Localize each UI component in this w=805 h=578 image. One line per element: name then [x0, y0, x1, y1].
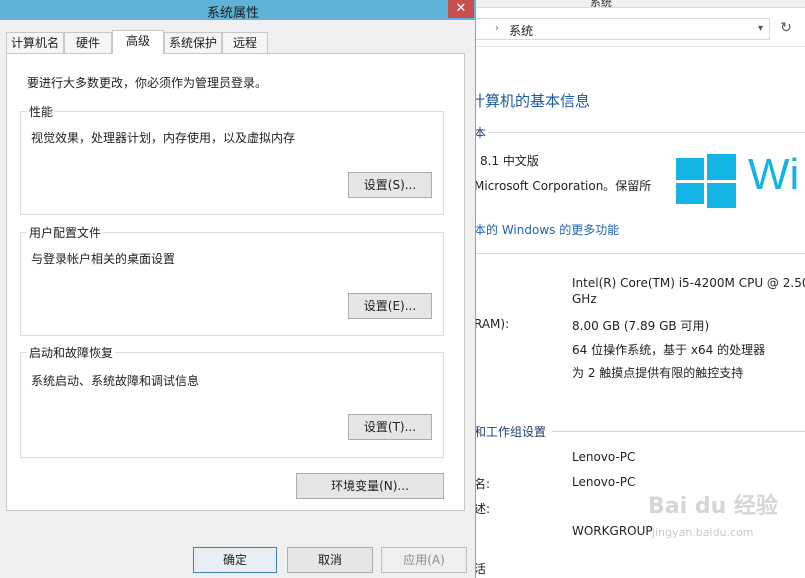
windows-logo-text: Wi	[748, 150, 800, 199]
section-rule	[488, 132, 805, 133]
tab-hardware[interactable]: 硬件	[64, 32, 112, 54]
environment-variables-button[interactable]: 环境变量(N)...	[296, 473, 444, 499]
user-profiles-group: 用户配置文件 与登录帐户相关的桌面设置 设置(E)...	[20, 224, 444, 336]
cancel-button[interactable]: 取消	[287, 547, 373, 573]
watermark: Bai du 经验	[648, 494, 778, 519]
chevron-down-icon[interactable]: ▾	[758, 23, 763, 34]
page-title: 计算机的基本信息	[470, 92, 591, 110]
system-window-titlebar: 系统	[466, 0, 805, 9]
group-label: 启动和故障恢复	[27, 344, 116, 361]
group-label: 性能	[27, 103, 56, 120]
tab-panel-advanced: 要进行大多数更改，你必须作为管理员登录。 性能 视觉效果，处理器计划，内存使用，…	[6, 53, 465, 511]
tab-advanced[interactable]: 高级	[112, 30, 164, 54]
ok-button[interactable]: 确定	[193, 547, 277, 573]
workgroup-value: WORKGROUP	[572, 524, 653, 538]
edition-value: 8.1 中文版	[480, 154, 539, 168]
ram-value: 8.00 GB (7.89 GB 可用)	[572, 319, 710, 333]
system-window-title: 系统	[590, 0, 612, 9]
tab-computer-name[interactable]: 计算机名	[6, 32, 64, 54]
user-profiles-settings-button[interactable]: 设置(E)...	[348, 293, 432, 319]
divider	[466, 46, 805, 47]
apply-button[interactable]: 应用(A)	[381, 547, 467, 573]
admin-note: 要进行大多数更改，你必须作为管理员登录。	[27, 76, 268, 90]
close-icon[interactable]: ✕	[448, 0, 474, 18]
address-bar: › 系统 ▾ ↻	[466, 16, 805, 44]
performance-group: 性能 视觉效果，处理器计划，内存使用，以及虚拟内存 设置(S)...	[20, 103, 444, 215]
computer-name-value: Lenovo-PC	[572, 450, 636, 464]
windows-logo-icon	[676, 152, 736, 210]
group-description: 视觉效果，处理器计划，内存使用，以及虚拟内存	[31, 131, 296, 145]
address-box[interactable]: › 系统 ▾	[474, 18, 770, 40]
section-workgroup: 和工作组设置	[474, 425, 547, 439]
startup-recovery-group: 启动和故障恢复 系统启动、系统故障和调试信息 设置(T)...	[20, 344, 444, 458]
section-rule	[466, 253, 805, 254]
breadcrumb-system[interactable]: 系统	[509, 22, 533, 39]
full-name-value: Lenovo-PC	[572, 475, 636, 489]
startup-recovery-settings-button[interactable]: 设置(T)...	[348, 414, 432, 440]
dialog-titlebar[interactable]: 系统属性 ✕	[0, 0, 476, 21]
cpu-value-cont: GHz	[572, 292, 597, 306]
breadcrumb-separator: ›	[495, 23, 499, 34]
tab-system-protection[interactable]: 系统保护	[164, 32, 222, 54]
system-type-value: 64 位操作系统，基于 x64 的处理器	[572, 343, 766, 357]
group-label: 用户配置文件	[27, 224, 104, 241]
touch-value: 为 2 触摸点提供有限的触控支持	[572, 366, 744, 380]
watermark-url: jingyan.baidu.com	[652, 526, 754, 539]
group-description: 与登录帐户相关的桌面设置	[31, 252, 176, 266]
full-name-label: 名:	[474, 477, 491, 491]
description-label: 述:	[474, 502, 491, 516]
performance-settings-button[interactable]: 设置(S)...	[348, 172, 432, 198]
cpu-value: Intel(R) Core(TM) i5-4200M CPU @ 2.50	[572, 276, 805, 290]
group-description: 系统启动、系统故障和调试信息	[31, 374, 200, 388]
tab-remote[interactable]: 远程	[222, 32, 268, 54]
ram-label: RAM):	[474, 317, 510, 331]
dialog-title: 系统属性	[206, 6, 259, 21]
copyright-value: Microsoft Corporation。保留所	[474, 179, 652, 193]
refresh-icon[interactable]: ↻	[776, 20, 796, 40]
system-properties-dialog: 系统属性 ✕ 计算机名 硬件 高级 系统保护 远程 要进行大多数更改，你必须作为…	[0, 0, 476, 578]
more-features-link[interactable]: 本的 Windows 的更多功能	[474, 221, 619, 238]
section-rule	[552, 431, 805, 432]
